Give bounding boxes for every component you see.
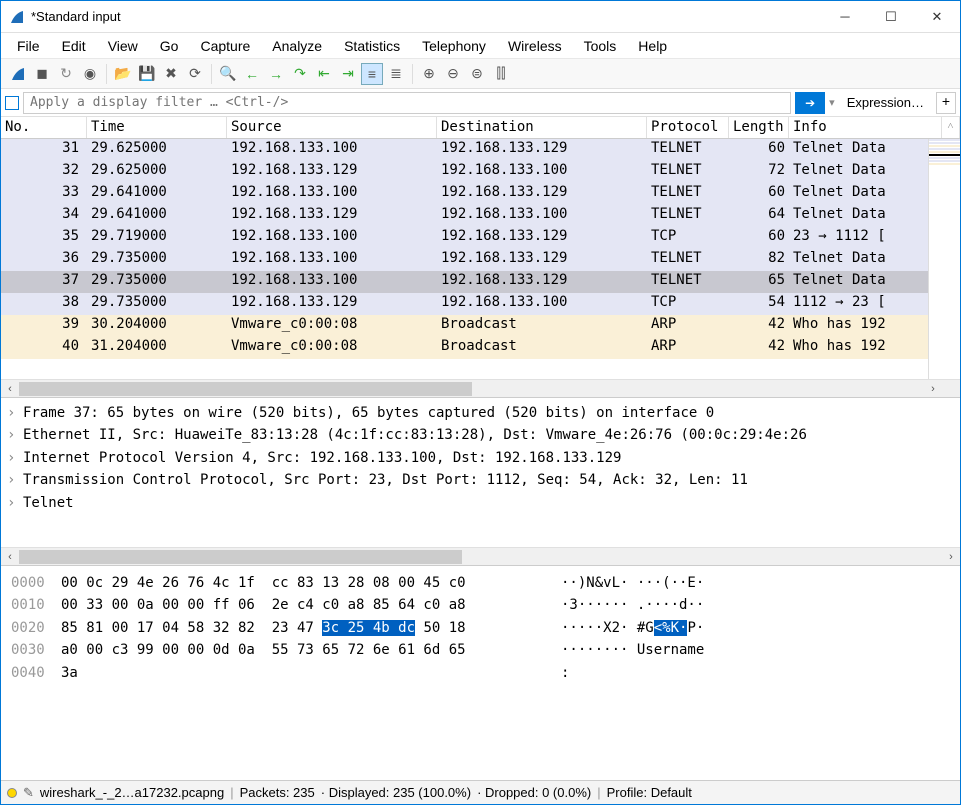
zoom-out-icon[interactable]: ⊖ <box>442 63 464 85</box>
expert-info-icon[interactable] <box>7 788 17 798</box>
packet-list-header: No. Time Source Destination Protocol Len… <box>1 117 960 139</box>
expand-icon[interactable]: › <box>7 492 23 514</box>
hex-row[interactable]: 00403a: <box>11 662 950 684</box>
menu-tools[interactable]: Tools <box>574 36 627 56</box>
expand-icon[interactable]: › <box>7 402 23 424</box>
packet-row[interactable]: 3629.735000192.168.133.100192.168.133.12… <box>1 249 960 271</box>
display-filter-input[interactable] <box>23 92 791 114</box>
col-length[interactable]: Length <box>729 117 789 138</box>
expand-icon[interactable]: › <box>7 469 23 491</box>
toolbar-separator <box>211 64 212 84</box>
zoom-in-icon[interactable]: ⊕ <box>418 63 440 85</box>
packet-row[interactable]: 3829.735000192.168.133.129192.168.133.10… <box>1 293 960 315</box>
packet-details-pane[interactable]: ›Frame 37: 65 bytes on wire (520 bits), … <box>1 397 960 547</box>
packet-row[interactable]: 4031.204000Vmware_c0:00:08BroadcastARP42… <box>1 337 960 359</box>
go-forward-icon[interactable]: → <box>265 63 287 85</box>
packet-row[interactable]: 3529.719000192.168.133.100192.168.133.12… <box>1 227 960 249</box>
auto-scroll-icon[interactable]: ≡ <box>361 63 383 85</box>
status-file: wireshark_-_2…a17232.pcapng <box>40 785 224 800</box>
packet-minimap[interactable] <box>928 139 960 379</box>
filter-bookmark-icon[interactable] <box>5 96 19 110</box>
start-capture-icon[interactable] <box>7 63 29 85</box>
packet-row[interactable]: 3729.735000192.168.133.100192.168.133.12… <box>1 271 960 293</box>
go-back-icon[interactable]: ← <box>241 63 263 85</box>
scroll-up-icon[interactable]: ˄ <box>942 117 960 138</box>
menu-capture[interactable]: Capture <box>190 36 260 56</box>
stop-capture-icon[interactable]: ◼ <box>31 63 53 85</box>
resize-columns-icon[interactable]: ⫿⫿ <box>490 63 512 85</box>
packet-list-pane: No. Time Source Destination Protocol Len… <box>1 117 960 379</box>
find-icon[interactable]: 🔍 <box>217 63 239 85</box>
col-destination[interactable]: Destination <box>437 117 647 138</box>
window-titlebar: *Standard input ─ ☐ ✕ <box>1 1 960 33</box>
hex-row[interactable]: 0030a0 00 c3 99 00 00 0d 0a 55 73 65 72 … <box>11 639 950 661</box>
zoom-reset-icon[interactable]: ⊜ <box>466 63 488 85</box>
packet-list-hscroll[interactable]: ‹› <box>1 379 960 397</box>
app-icon <box>9 9 25 25</box>
status-packets: Packets: 235 <box>240 785 315 800</box>
colorize-icon[interactable]: ≣ <box>385 63 407 85</box>
edit-capture-icon[interactable]: ✎ <box>23 785 34 801</box>
capture-options-icon[interactable]: ◉ <box>79 63 101 85</box>
toolbar-separator <box>106 64 107 84</box>
menu-statistics[interactable]: Statistics <box>334 36 410 56</box>
menu-telephony[interactable]: Telephony <box>412 36 496 56</box>
hex-row[interactable]: 000000 0c 29 4e 26 76 4c 1f cc 83 13 28 … <box>11 572 950 594</box>
filter-bar: ➔ ▾ Expression… + <box>1 89 960 117</box>
status-dropped: · Dropped: 0 (0.0%) <box>477 785 591 800</box>
go-to-packet-icon[interactable]: ↷ <box>289 63 311 85</box>
add-filter-button[interactable]: + <box>936 92 956 114</box>
go-last-icon[interactable]: ⇥ <box>337 63 359 85</box>
col-number[interactable]: No. <box>1 117 87 138</box>
packet-bytes-pane[interactable]: 000000 0c 29 4e 26 76 4c 1f cc 83 13 28 … <box>1 565 960 780</box>
packet-row[interactable]: 3129.625000192.168.133.100192.168.133.12… <box>1 139 960 161</box>
menu-bar: File Edit View Go Capture Analyze Statis… <box>1 33 960 59</box>
window-title: *Standard input <box>31 9 822 24</box>
col-time[interactable]: Time <box>87 117 227 138</box>
expression-button[interactable]: Expression… <box>839 95 932 110</box>
packet-row[interactable]: 3329.641000192.168.133.100192.168.133.12… <box>1 183 960 205</box>
go-first-icon[interactable]: ⇤ <box>313 63 335 85</box>
menu-wireless[interactable]: Wireless <box>498 36 572 56</box>
open-file-icon[interactable]: 📂 <box>112 63 134 85</box>
hex-row[interactable]: 001000 33 00 0a 00 00 ff 06 2e c4 c0 a8 … <box>11 594 950 616</box>
status-bar: ✎ wireshark_-_2…a17232.pcapng | Packets:… <box>1 780 960 804</box>
apply-filter-button[interactable]: ➔ <box>795 92 825 114</box>
menu-analyze[interactable]: Analyze <box>262 36 332 56</box>
packet-row[interactable]: 3930.204000Vmware_c0:00:08BroadcastARP42… <box>1 315 960 337</box>
minimize-button[interactable]: ─ <box>822 1 868 33</box>
maximize-button[interactable]: ☐ <box>868 1 914 33</box>
hex-row[interactable]: 002085 81 00 17 04 58 32 82 23 47 3c 25 … <box>11 617 950 639</box>
expand-icon[interactable]: › <box>7 424 23 446</box>
detail-tree-row[interactable]: ›Transmission Control Protocol, Src Port… <box>7 469 954 491</box>
col-source[interactable]: Source <box>227 117 437 138</box>
menu-view[interactable]: View <box>98 36 148 56</box>
details-hscroll[interactable]: ‹› <box>1 547 960 565</box>
close-button[interactable]: ✕ <box>914 1 960 33</box>
packet-row[interactable]: 3229.625000192.168.133.129192.168.133.10… <box>1 161 960 183</box>
menu-file[interactable]: File <box>7 36 50 56</box>
detail-tree-row[interactable]: ›Telnet <box>7 492 954 514</box>
main-toolbar: ◼ ↻ ◉ 📂 💾 ✖ ⟳ 🔍 ← → ↷ ⇤ ⇥ ≡ ≣ ⊕ ⊖ ⊜ ⫿⫿ <box>1 59 960 89</box>
col-info[interactable]: Info <box>789 117 942 138</box>
save-file-icon[interactable]: 💾 <box>136 63 158 85</box>
detail-tree-row[interactable]: ›Frame 37: 65 bytes on wire (520 bits), … <box>7 402 954 424</box>
close-file-icon[interactable]: ✖ <box>160 63 182 85</box>
menu-help[interactable]: Help <box>628 36 677 56</box>
status-profile[interactable]: Profile: Default <box>607 785 692 800</box>
menu-edit[interactable]: Edit <box>52 36 96 56</box>
status-displayed: · Displayed: 235 (100.0%) <box>321 785 471 800</box>
toolbar-separator <box>412 64 413 84</box>
col-protocol[interactable]: Protocol <box>647 117 729 138</box>
detail-tree-row[interactable]: ›Ethernet II, Src: HuaweiTe_83:13:28 (4c… <box>7 424 954 446</box>
expand-icon[interactable]: › <box>7 447 23 469</box>
menu-go[interactable]: Go <box>150 36 189 56</box>
restart-capture-icon[interactable]: ↻ <box>55 63 77 85</box>
detail-tree-row[interactable]: ›Internet Protocol Version 4, Src: 192.1… <box>7 447 954 469</box>
packet-row[interactable]: 3429.641000192.168.133.129192.168.133.10… <box>1 205 960 227</box>
filter-dropdown-icon[interactable]: ▾ <box>829 96 835 109</box>
reload-icon[interactable]: ⟳ <box>184 63 206 85</box>
